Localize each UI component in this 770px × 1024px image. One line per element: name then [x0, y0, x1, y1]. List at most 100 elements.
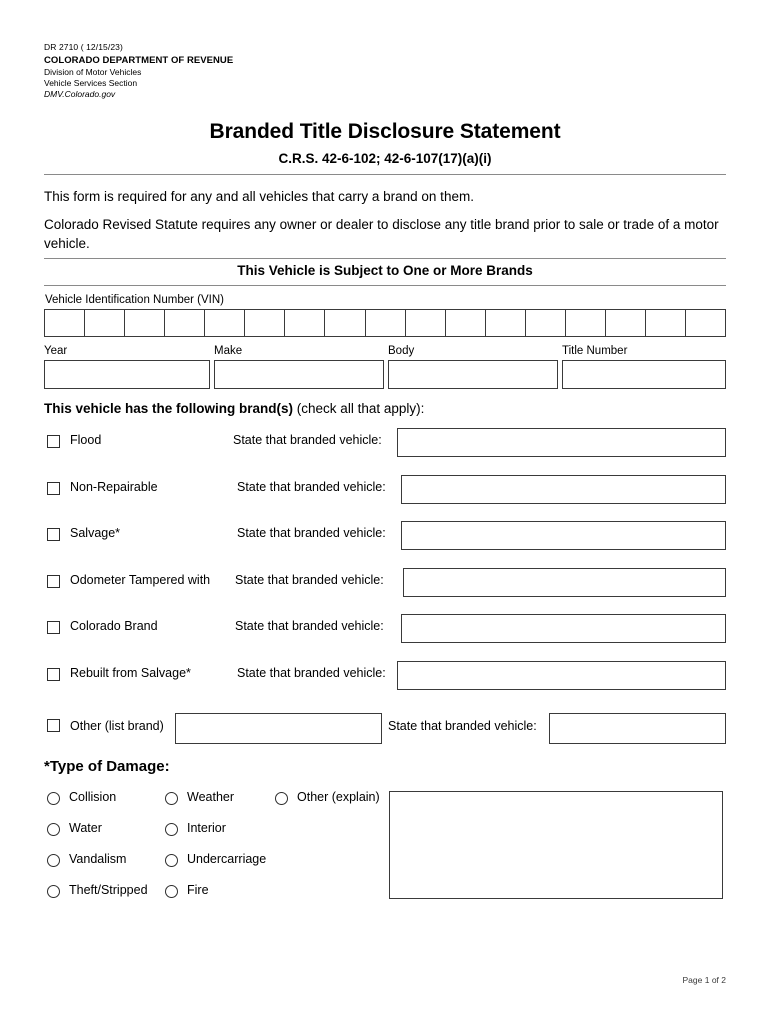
checkbox-other[interactable] — [47, 719, 60, 732]
brand-row: Colorado Brand State that branded vehicle… — [44, 614, 726, 644]
website-url: DMV.Colorado.gov — [44, 88, 116, 99]
state-input[interactable] — [397, 428, 726, 457]
brand-label: Colorado Brand — [70, 619, 158, 633]
vehicle-field-label: Body — [388, 345, 415, 357]
damage-option-label: Vandalism — [69, 852, 127, 866]
vin-cell[interactable] — [525, 310, 566, 336]
vin-cell[interactable] — [285, 310, 326, 336]
form-page: DR 2710 ( 12/15/23) COLORADO DEPARTMENT … — [0, 0, 770, 1024]
state-caption: State that branded vehicle: — [237, 666, 386, 680]
letterhead: DR 2710 ( 12/15/23) COLORADO DEPARTMENT … — [44, 42, 233, 100]
damage-option-label: Other (explain) — [297, 790, 380, 804]
brand-label: Salvage* — [70, 526, 121, 540]
checkbox-rebuilt-from-salvage[interactable] — [47, 668, 60, 681]
damage-option-label: Collision — [69, 790, 117, 804]
statute-reference: C.R.S. 42-6-102; 42-6-107(17)(a)(i) — [278, 151, 492, 166]
radio-vandalism[interactable] — [47, 854, 60, 867]
radio-water[interactable] — [47, 823, 60, 836]
checkbox-odometer-tampered-with[interactable] — [47, 575, 60, 588]
brand-label: Rebuilt from Salvage* — [70, 666, 191, 680]
brand-row: Non-Repairable State that branded vehicle… — [44, 475, 726, 505]
vin-cell[interactable] — [365, 310, 406, 336]
vin-label: Vehicle Identification Number (VIN) — [45, 294, 224, 306]
radio-weather[interactable] — [165, 792, 178, 805]
vehicle-field-input[interactable] — [562, 360, 726, 389]
form-number: DR 2710 ( 12/15/23) — [44, 42, 123, 52]
intro-paragraph-2: Colorado Revised Statute requires any ow… — [44, 217, 719, 252]
brand-row: Salvage* State that branded vehicle: — [44, 521, 726, 551]
radio-fire[interactable] — [165, 885, 178, 898]
divider-under-title — [44, 174, 726, 175]
vehicle-fields-row: Year Make Body Title Number — [44, 344, 726, 390]
state-caption-other: State that branded vehicle: — [388, 719, 537, 733]
vin-cell[interactable] — [85, 310, 126, 336]
state-input[interactable] — [397, 661, 726, 690]
damage-heading: *Type of Damage: — [44, 758, 170, 775]
vin-cell[interactable] — [165, 310, 206, 336]
damage-explain-textarea[interactable] — [389, 791, 723, 899]
vehicle-field-make: Make — [214, 344, 384, 390]
damage-option-label: Weather — [187, 790, 235, 804]
divider-above-subject-heading — [44, 258, 726, 259]
state-input-other[interactable] — [549, 713, 726, 744]
state-input[interactable] — [401, 614, 726, 643]
checkbox-colorado-brand[interactable] — [47, 621, 60, 634]
damage-option-label: Water — [69, 821, 102, 835]
vehicle-field-label: Year — [44, 345, 68, 357]
vin-cell[interactable] — [485, 310, 526, 336]
division-name: Division of Motor Vehicles — [44, 67, 142, 78]
brands-heading-bold: This vehicle has the following brand(s) — [44, 401, 294, 416]
department-name: COLORADO DEPARTMENT OF REVENUE — [44, 54, 234, 66]
vin-cell[interactable] — [245, 310, 286, 336]
subject-heading: This Vehicle is Subject to One or More B… — [237, 263, 533, 278]
brand-row: Odometer Tampered with State that branded… — [44, 568, 726, 598]
checkbox-salvage[interactable] — [47, 528, 60, 541]
radio-theft-stripped[interactable] — [47, 885, 60, 898]
page-title: Branded Title Disclosure Statement — [209, 120, 561, 143]
divider-below-subject-heading — [44, 285, 726, 286]
state-input[interactable] — [401, 475, 726, 504]
radio-other-explain[interactable] — [275, 792, 288, 805]
damage-option-label: Interior — [187, 821, 226, 835]
section-name: Vehicle Services Section — [44, 77, 138, 88]
checkbox-flood[interactable] — [47, 435, 60, 448]
vin-cell[interactable] — [605, 310, 646, 336]
damage-option-label: Undercarriage — [187, 852, 267, 866]
vehicle-field-input[interactable] — [214, 360, 384, 389]
vehicle-field-body: Body — [388, 344, 558, 390]
state-caption: State that branded vehicle: — [233, 433, 382, 447]
vehicle-field-label: Title Number — [562, 345, 628, 357]
state-caption: State that branded vehicle: — [237, 526, 386, 540]
radio-collision[interactable] — [47, 792, 60, 805]
brand-row: Flood State that branded vehicle: — [44, 428, 726, 458]
checkbox-non-repairable[interactable] — [47, 482, 60, 495]
radio-undercarriage[interactable] — [165, 854, 178, 867]
brand-label: Odometer Tampered with — [70, 573, 211, 587]
other-brand-input[interactable] — [175, 713, 382, 744]
radio-interior[interactable] — [165, 823, 178, 836]
vehicle-field-label: Make — [214, 345, 243, 357]
state-input[interactable] — [401, 521, 726, 550]
vin-input[interactable] — [44, 309, 726, 337]
vin-cell[interactable] — [565, 310, 606, 336]
vin-cell[interactable] — [325, 310, 366, 336]
state-caption: State that branded vehicle: — [235, 573, 384, 587]
vin-cell[interactable] — [445, 310, 486, 336]
vehicle-field-year: Year — [44, 344, 210, 390]
brand-row: Rebuilt from Salvage* State that branded … — [44, 661, 726, 691]
vehicle-field-input[interactable] — [388, 360, 558, 389]
damage-option-label: Fire — [187, 883, 209, 897]
vin-cell[interactable] — [405, 310, 446, 336]
brands-heading: This vehicle has the following brand(s) … — [44, 401, 424, 416]
brand-label: Flood — [70, 433, 102, 447]
intro-paragraph-1: This form is required for any and all ve… — [44, 189, 474, 204]
brands-heading-rest: (check all that apply): — [293, 401, 425, 416]
vin-cell[interactable] — [125, 310, 166, 336]
vin-cell[interactable] — [686, 310, 726, 336]
vin-cell[interactable] — [645, 310, 686, 336]
vin-cell[interactable] — [45, 310, 86, 336]
vin-cell[interactable] — [205, 310, 246, 336]
vehicle-field-input[interactable] — [44, 360, 210, 389]
vehicle-field-title-number: Title Number — [562, 344, 726, 390]
state-input[interactable] — [403, 568, 726, 597]
